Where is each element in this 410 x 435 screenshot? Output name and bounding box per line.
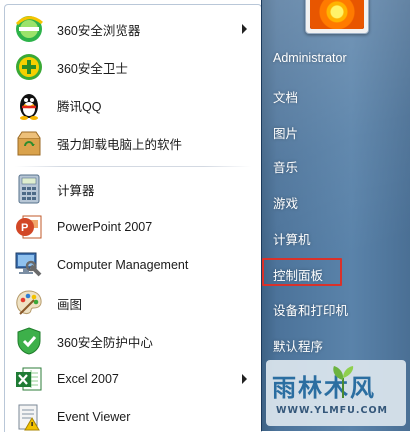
excel-icon [13,363,45,395]
program-qq[interactable]: 腾讯QQ [11,87,257,123]
calculator-icon [13,173,45,205]
divider [15,166,251,167]
program-event-viewer[interactable]: Event Viewer [11,399,257,435]
program-label: 360安全浏览器 [57,23,141,38]
program-label: 360安全防护中心 [57,335,153,350]
program-computer-management[interactable]: Computer Management [11,247,257,283]
computer-management-icon [13,249,45,281]
menu-item-documents[interactable]: 文档 [273,87,298,106]
powerpoint-icon: P [13,211,45,243]
program-label: PowerPoint 2007 [57,220,153,234]
control-panel-highlight-box [262,258,342,286]
watermark: 雨林木风 WWW.YLMFU.COM [266,360,406,426]
menu-item-music[interactable]: 音乐 [273,157,298,176]
leaf-icon [333,366,354,398]
program-excel[interactable]: Excel 2007 [11,361,257,397]
program-label: 360安全卫士 [57,61,128,76]
watermark-brand: 雨林木风 [272,374,376,402]
program-label: 画图 [57,297,83,312]
menu-item-user[interactable]: Administrator [273,51,347,65]
program-label: Computer Management [57,258,189,272]
uninstall-box-icon [13,127,45,159]
360-safeguard-icon [13,51,45,83]
360-browser-icon [13,13,45,45]
program-360-safeguard[interactable]: 360安全卫士 [11,49,257,85]
program-calculator[interactable]: 计算器 [11,171,257,207]
program-360-protection[interactable]: 360安全防护中心 [11,323,257,359]
programs-pane: 360安全浏览器 360安全卫士 腾讯QQ 强力卸载电脑上的软件 计算器 P P… [4,4,262,432]
program-powerpoint[interactable]: P PowerPoint 2007 [11,209,257,245]
start-menu: 360安全浏览器 360安全卫士 腾讯QQ 强力卸载电脑上的软件 计算器 P P… [0,0,410,432]
menu-item-devices-printers[interactable]: 设备和打印机 [273,300,348,319]
program-360-browser[interactable]: 360安全浏览器 [11,11,257,47]
program-paint[interactable]: 画图 [11,285,257,321]
paint-palette-icon [13,287,45,319]
program-label: Excel 2007 [57,372,119,386]
menu-item-default-programs[interactable]: 默认程序 [273,336,323,355]
event-viewer-icon [13,401,45,433]
user-avatar[interactable] [305,0,369,34]
menu-item-pictures[interactable]: 图片 [273,123,298,142]
program-uninstall[interactable]: 强力卸载电脑上的软件 [11,125,257,161]
program-label: 强力卸载电脑上的软件 [57,137,183,152]
menu-item-games[interactable]: 游戏 [273,193,298,212]
qq-penguin-icon [13,89,45,121]
flower-avatar-icon [310,0,364,29]
program-label: 腾讯QQ [57,99,102,114]
program-label: 计算器 [57,183,95,198]
watermark-url: WWW.YLMFU.COM [276,405,388,416]
program-label: Event Viewer [57,410,131,424]
360-shield-icon [13,325,45,357]
svg-text:P: P [21,222,28,234]
menu-item-computer[interactable]: 计算机 [273,229,311,248]
submenu-arrow-icon[interactable] [242,374,247,384]
submenu-arrow-icon[interactable] [242,24,247,34]
